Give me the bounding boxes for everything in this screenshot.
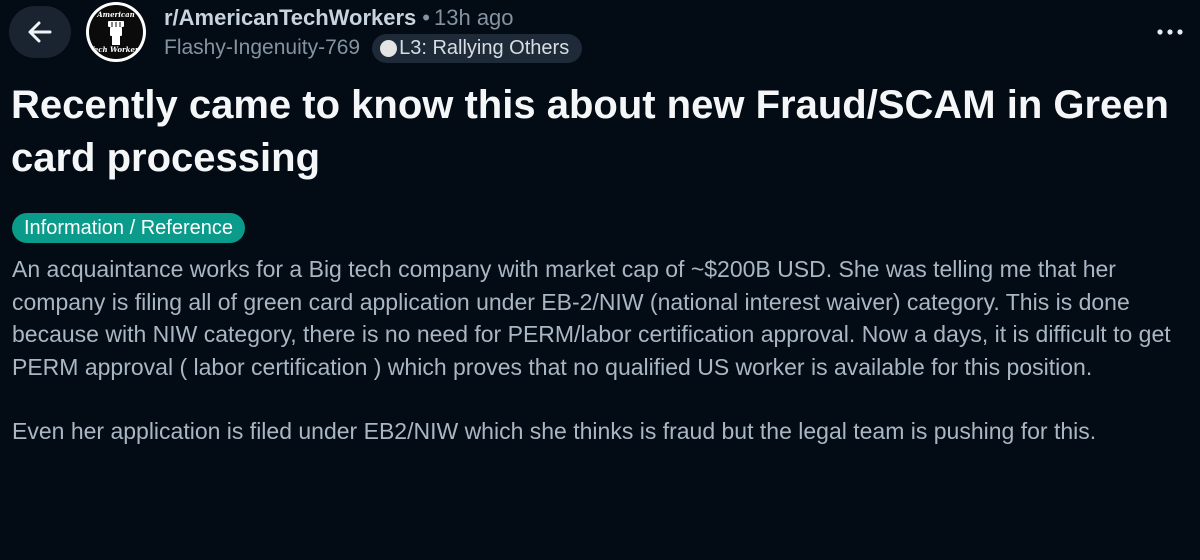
avatar-logo: American Tech Workers	[89, 5, 143, 59]
user-flair-label: L3: Rallying Others	[399, 36, 570, 59]
avatar-text-top: American	[97, 10, 135, 19]
back-button[interactable]	[9, 6, 71, 58]
flair-circle-icon	[380, 39, 398, 57]
post-timestamp: 13h ago	[434, 5, 514, 30]
post-body: An acquaintance works for a Big tech com…	[12, 253, 1198, 480]
separator-dot: •	[422, 5, 430, 30]
author-line: Flashy-Ingenuity-769 L3: Rallying Others	[164, 33, 583, 63]
avatar-text-bottom: Tech Workers	[89, 45, 143, 54]
more-options-button[interactable]	[1148, 10, 1192, 54]
raised-fist-icon	[108, 21, 124, 45]
post-flair-badge[interactable]: Information / Reference	[12, 213, 245, 243]
post-paragraph: Even her application is filed under EB2/…	[12, 418, 1097, 444]
subreddit-name-link[interactable]: r/AmericanTechWorkers	[164, 5, 416, 30]
user-flair: L3: Rallying Others	[372, 33, 583, 63]
post-title: Recently came to know this about new Fra…	[11, 83, 1169, 180]
subreddit-avatar[interactable]: American Tech Workers	[86, 2, 146, 62]
subreddit-line: r/AmericanTechWorkers • 13h ago	[164, 5, 514, 31]
post-paragraph: An acquaintance works for a Big tech com…	[12, 256, 1171, 380]
author-username-link[interactable]: Flashy-Ingenuity-769	[164, 36, 360, 60]
more-horizontal-icon	[1157, 29, 1183, 35]
arrow-left-icon	[28, 21, 52, 43]
